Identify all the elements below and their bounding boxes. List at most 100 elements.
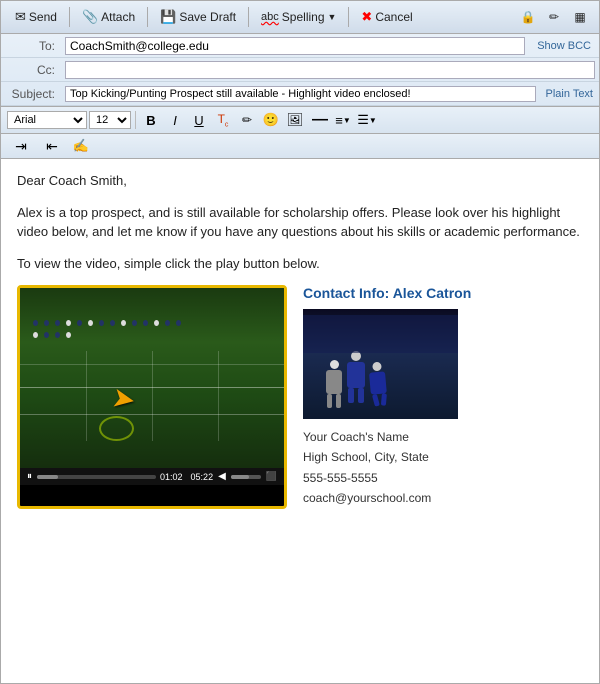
to-row: To: Show BCC	[1, 34, 599, 58]
cancel-button[interactable]: ✖ Cancel	[355, 7, 418, 27]
player-dot	[55, 332, 60, 338]
player-dot	[33, 320, 38, 326]
font-select[interactable]: Arial Times New Roman Verdana	[7, 111, 87, 129]
spelling-dropdown-icon: ▼	[328, 12, 337, 22]
italic-label: I	[173, 113, 177, 128]
player-dot	[121, 320, 126, 326]
player-dot	[66, 332, 71, 338]
highlight-icon: ✏	[242, 113, 252, 127]
align-button[interactable]: ≡▼	[332, 110, 354, 130]
save-draft-label: Save Draft	[179, 10, 236, 24]
attach-label: Attach	[101, 10, 135, 24]
security-button[interactable]: 🔒	[517, 6, 539, 28]
underline-label: U	[194, 113, 203, 128]
divider-icon: —	[312, 111, 326, 129]
outdent-button[interactable]: ⇤	[38, 136, 66, 156]
outdent-icon: ⇤	[46, 138, 58, 155]
progress-bar[interactable]	[37, 475, 156, 479]
player-dot	[110, 320, 115, 326]
sign-button[interactable]: ✏	[543, 6, 565, 28]
total-time: 05:22	[191, 472, 214, 482]
to-input[interactable]	[65, 37, 525, 55]
save-draft-button[interactable]: 💾 Save Draft	[154, 7, 242, 27]
attach-button[interactable]: 📎 Attach	[76, 7, 141, 27]
volume-bar[interactable]	[231, 475, 261, 479]
security-icon: 🔒	[521, 10, 536, 24]
send-button[interactable]: Send	[9, 7, 63, 27]
player-dot	[55, 320, 60, 326]
spelling-label: Spelling	[282, 10, 325, 24]
emoji-icon: 🙂	[263, 112, 279, 128]
spelling-button[interactable]: abc Spelling ▼	[255, 8, 342, 26]
subject-label: Subject:	[1, 85, 61, 103]
toolbar-separator-3	[248, 7, 249, 27]
italic-button[interactable]: I	[164, 110, 186, 130]
content-area: ➤ ⏸ 01:02 05:22 ◀	[17, 285, 583, 509]
vertical-line-3	[218, 351, 219, 441]
current-time: 01:02	[160, 472, 183, 482]
cc-input[interactable]	[65, 61, 595, 79]
format-toolbar: Arial Times New Roman Verdana 12 10 14 1…	[1, 107, 599, 134]
phone-number: 555-555-5555	[303, 468, 583, 488]
underline-button[interactable]: U	[188, 110, 210, 130]
highlight-button[interactable]: ✏	[236, 110, 258, 130]
contact-photo	[303, 309, 458, 419]
volume-fill	[231, 475, 249, 479]
list-icon: ☰	[357, 112, 369, 128]
font-size-select[interactable]: 12 10 14 16	[89, 111, 131, 129]
circle-overlay	[99, 416, 134, 441]
list-button[interactable]: ☰▼	[356, 110, 378, 130]
show-bcc-button[interactable]: Show BCC	[529, 40, 599, 52]
send-label: Send	[29, 10, 57, 24]
progress-fill	[37, 475, 58, 479]
play-arrow-indicator: ➤	[110, 380, 139, 417]
toolbar-separator-1	[69, 7, 70, 27]
plain-text-button[interactable]: Plain Text	[540, 88, 600, 100]
signature-button[interactable]: ✍	[69, 136, 93, 156]
school-name: High School, City, State	[303, 447, 583, 467]
format-separator-1	[135, 111, 136, 129]
indent-icon: ⇥	[15, 138, 27, 155]
cancel-label: Cancel	[375, 10, 412, 24]
football-field: ➤	[20, 288, 284, 468]
image-icon: 🖼	[287, 112, 304, 128]
greeting-text: Dear Coach Smith,	[17, 171, 583, 191]
options-icon: ▦	[574, 10, 585, 24]
player-dot	[99, 320, 104, 326]
bold-label: B	[146, 113, 155, 128]
player-dot	[77, 320, 82, 326]
options-button[interactable]: ▦	[569, 6, 591, 28]
player-dot	[132, 320, 137, 326]
fullscreen-button[interactable]: ⬛	[265, 471, 278, 482]
emoji-button[interactable]: 🙂	[260, 110, 282, 130]
align-icon: ≡	[335, 113, 343, 128]
subject-input[interactable]	[65, 86, 536, 102]
football-scene	[303, 309, 458, 419]
image-button[interactable]: 🖼	[284, 110, 306, 130]
paragraph-1: Alex is a top prospect, and is still ava…	[17, 203, 583, 242]
bold-button[interactable]: B	[140, 110, 162, 130]
contact-details: Your Coach's Name High School, City, Sta…	[303, 427, 583, 509]
player-dot	[165, 320, 170, 326]
player-dot	[44, 332, 49, 338]
video-container: ➤ ⏸ 01:02 05:22 ◀	[17, 285, 287, 509]
video-controls: ⏸ 01:02 05:22 ◀ ⬛	[20, 468, 284, 485]
mute-button[interactable]: ◀	[217, 471, 227, 482]
indent-button[interactable]: ⇥	[7, 136, 35, 156]
pause-button[interactable]: ⏸	[26, 471, 33, 482]
vertical-line-1	[86, 351, 87, 441]
email-address: coach@yourschool.com	[303, 488, 583, 508]
subject-row: Subject: Plain Text	[1, 82, 599, 106]
attach-icon: 📎	[82, 9, 98, 25]
divider-button[interactable]: —	[308, 110, 330, 130]
vertical-line-2	[152, 351, 153, 441]
toolbar: Send 📎 Attach 💾 Save Draft abc Spelling …	[1, 1, 599, 34]
text-color-button[interactable]: Tc	[212, 110, 234, 130]
player-dot	[143, 320, 148, 326]
spelling-icon: abc	[261, 11, 279, 23]
text-color-icon: Tc	[218, 112, 229, 128]
video-screen[interactable]: ➤	[20, 288, 284, 468]
toolbar-separator-4	[348, 7, 349, 27]
cancel-icon: ✖	[361, 9, 372, 25]
player-dot	[176, 320, 181, 326]
